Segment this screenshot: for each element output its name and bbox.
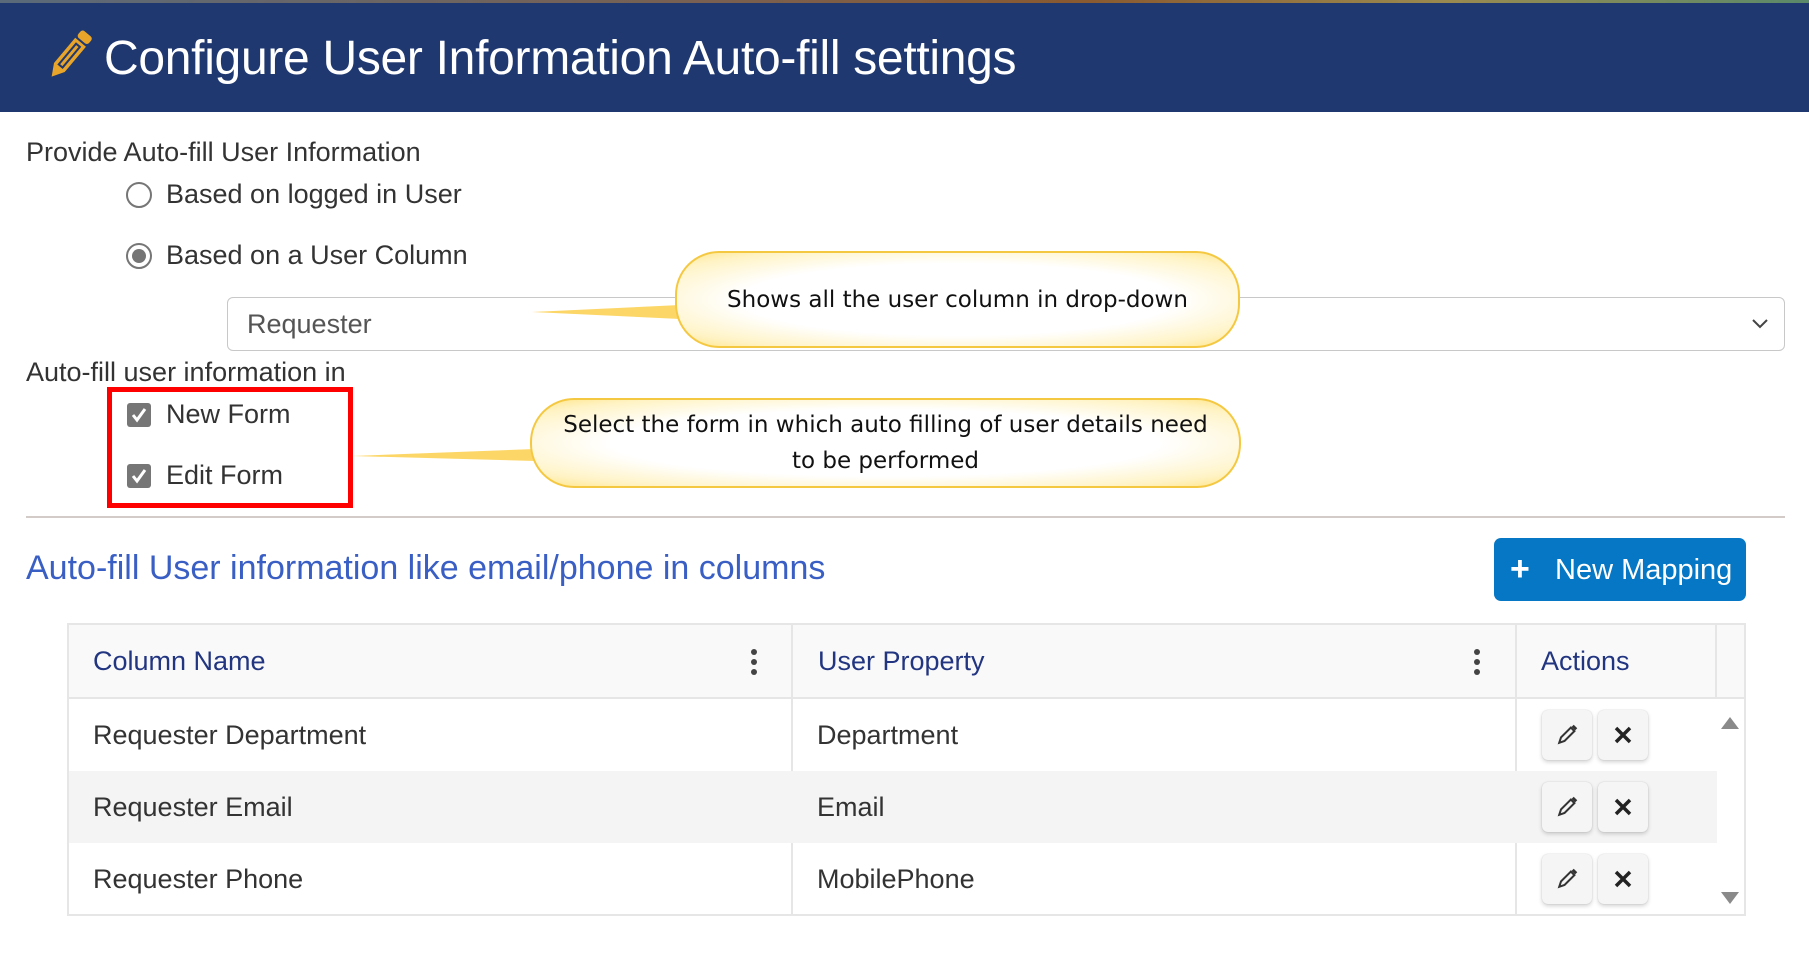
column-menu-icon[interactable] <box>1473 649 1481 675</box>
edit-row-button[interactable] <box>1542 782 1592 832</box>
close-icon <box>1614 726 1632 744</box>
callout-user-column-text: Shows all the user column in drop-down <box>727 286 1188 313</box>
pencil-icon <box>1557 724 1578 745</box>
cell-column-name: Requester Phone <box>93 864 304 894</box>
delete-row-button[interactable] <box>1598 710 1648 760</box>
pencil-icon <box>1557 796 1578 817</box>
callout-pointer <box>352 449 535 461</box>
checkbox-edit-form[interactable] <box>127 464 151 488</box>
table-row: Requester Phone MobilePhone <box>69 843 1717 915</box>
radio-logged-in-user[interactable] <box>126 182 152 208</box>
cell-column-name: Requester Email <box>93 792 293 822</box>
edit-row-button[interactable] <box>1542 854 1592 904</box>
scroll-up-arrow[interactable] <box>1721 717 1739 729</box>
new-mapping-button-label: New Mapping <box>1555 554 1733 586</box>
cell-user-property: MobilePhone <box>817 864 975 894</box>
pencil-icon <box>51 30 92 77</box>
section-divider <box>26 516 1785 518</box>
cell-user-property: Email <box>817 792 885 822</box>
provide-autofill-label: Provide Auto-fill User Information <box>26 137 421 167</box>
delete-row-button[interactable] <box>1598 854 1648 904</box>
close-icon <box>1614 798 1632 816</box>
table-row: Requester Department Department <box>69 699 1717 771</box>
plus-icon: + <box>1510 550 1530 588</box>
mapping-section-title: Auto-fill User information like email/ph… <box>26 549 826 587</box>
close-icon <box>1614 870 1632 888</box>
new-mapping-button[interactable]: + New Mapping <box>1494 538 1746 601</box>
callout-pointer <box>532 305 680 319</box>
page-title: Configure User Information Auto-fill set… <box>104 32 1017 85</box>
scroll-down-arrow[interactable] <box>1721 892 1739 904</box>
pencil-icon <box>1557 868 1578 889</box>
radio-user-column-label: Based on a User Column <box>166 240 468 270</box>
user-column-select-value: Requester <box>247 309 372 339</box>
callout-user-column: Shows all the user column in drop-down <box>675 251 1240 348</box>
column-header-user-property[interactable]: User Property <box>794 625 1518 697</box>
check-icon <box>131 408 147 423</box>
column-menu-icon[interactable] <box>750 649 758 675</box>
cell-user-property: Department <box>817 720 959 750</box>
callout-form-selection-text: Select the form in which auto filling of… <box>563 412 1208 474</box>
delete-row-button[interactable] <box>1598 782 1648 832</box>
page-header: Configure User Information Auto-fill set… <box>0 3 1809 112</box>
table-row: Requester Email Email <box>69 771 1717 843</box>
radio-logged-in-user-label: Based on logged in User <box>166 179 462 209</box>
checkbox-new-form-label: New Form <box>166 399 291 429</box>
callout-form-selection: Select the form in which auto filling of… <box>530 398 1241 488</box>
chevron-down-icon <box>1752 319 1768 329</box>
check-icon <box>131 469 147 484</box>
autofill-in-label: Auto-fill user information in <box>26 357 346 387</box>
checkbox-new-form[interactable] <box>127 403 151 427</box>
mapping-table: Column Name User Property Actions Reques… <box>67 623 1746 916</box>
column-header-actions: Actions <box>1541 646 1630 676</box>
radio-user-column[interactable] <box>126 243 152 269</box>
column-header-column-name[interactable]: Column Name <box>69 625 793 697</box>
column-divider <box>1715 625 1717 699</box>
cell-column-name: Requester Department <box>93 720 367 750</box>
edit-row-button[interactable] <box>1542 710 1592 760</box>
checkbox-edit-form-label: Edit Form <box>166 460 284 490</box>
table-header: Column Name User Property Actions <box>69 625 1744 699</box>
